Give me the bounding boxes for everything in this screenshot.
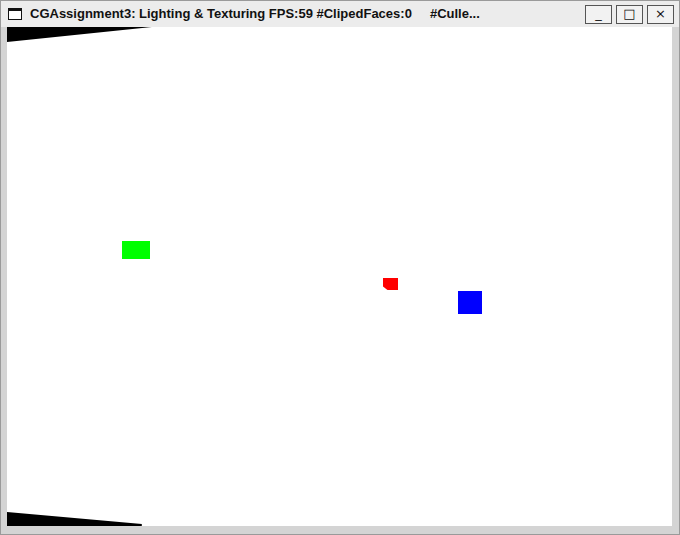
title-bar: CGAssignment3: Lighting & Texturing FPS:… — [1, 1, 679, 27]
maximize-button[interactable]: □ — [616, 5, 643, 24]
scene-cube — [458, 291, 482, 314]
app-window: CGAssignment3: Lighting & Texturing FPS:… — [0, 0, 680, 535]
geometry-shape — [7, 27, 672, 526]
render-canvas[interactable] — [7, 27, 672, 526]
scene-cube — [383, 278, 398, 290]
scene-cube — [122, 241, 150, 259]
close-button[interactable]: × — [647, 5, 674, 24]
window-controls: _□× — [585, 5, 674, 24]
window-icon — [8, 8, 22, 20]
minimize-button[interactable]: _ — [585, 5, 612, 24]
window-body — [1, 27, 679, 534]
window-title: CGAssignment3: Lighting & Texturing FPS:… — [30, 1, 577, 27]
